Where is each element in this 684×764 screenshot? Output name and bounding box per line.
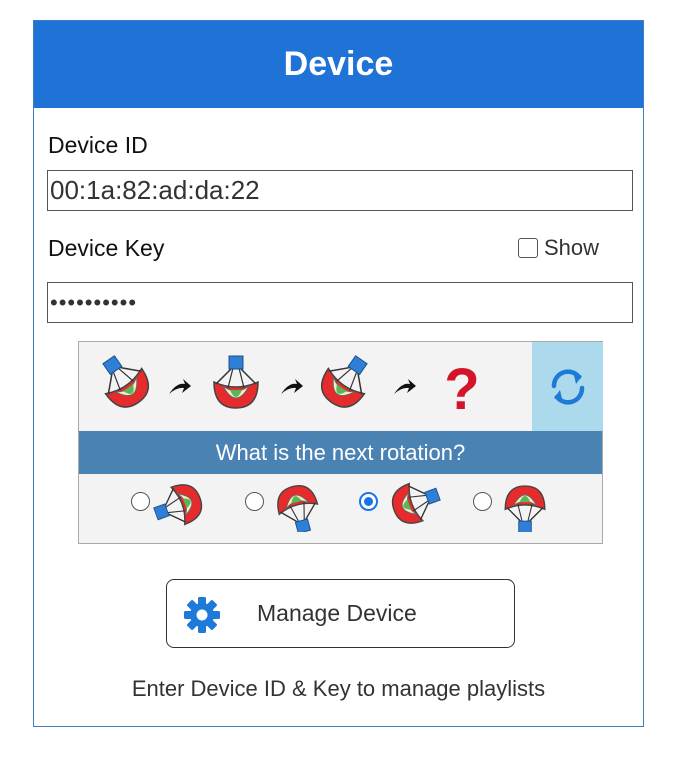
parachute-icon — [272, 480, 325, 532]
captcha-option-4[interactable] — [473, 482, 553, 532]
device-id-label: Device ID — [48, 132, 148, 158]
manage-device-label: Manage Device — [257, 600, 417, 626]
captcha-option-1[interactable] — [131, 478, 211, 532]
instructions-text: Enter Device ID & Key to manage playlist… — [131, 676, 546, 701]
device-id-input[interactable] — [47, 170, 633, 211]
captcha-option-3[interactable] — [359, 476, 441, 532]
arrow-right-icon — [394, 379, 416, 394]
refresh-icon — [551, 368, 584, 405]
captcha-sequence: ? — [79, 342, 531, 431]
parachute-icon — [312, 346, 381, 416]
parachute-icon — [213, 355, 259, 409]
option-radio[interactable] — [473, 492, 492, 511]
captcha-refresh-button[interactable] — [532, 342, 603, 431]
question-mark-icon: ? — [444, 357, 479, 422]
captcha-option-2[interactable] — [245, 480, 325, 532]
parachute-icon — [504, 485, 546, 532]
option-radio[interactable] — [131, 492, 150, 511]
parachute-icon — [89, 346, 158, 416]
manage-device-button[interactable]: Manage Device — [166, 579, 515, 648]
captcha-options — [79, 474, 602, 544]
card-title: Device — [34, 21, 643, 108]
device-key-input[interactable] — [47, 282, 633, 323]
show-key-checkbox[interactable] — [518, 238, 538, 258]
captcha-question: What is the next rotation? — [79, 431, 602, 474]
rotation-captcha: ? What is the next rotation? — [78, 341, 603, 544]
show-key-toggle[interactable]: Show — [518, 235, 599, 261]
device-key-label: Device Key — [48, 235, 165, 261]
gear-icon — [184, 597, 220, 633]
show-key-label: Show — [544, 235, 600, 260]
option-radio[interactable] — [245, 492, 264, 511]
parachute-icon — [386, 476, 441, 530]
device-card: Device Device ID Device Key Show — [33, 20, 644, 727]
arrow-right-icon — [281, 379, 303, 394]
arrow-right-icon — [169, 379, 191, 394]
option-radio-selected[interactable] — [359, 492, 378, 511]
parachute-icon — [153, 478, 208, 532]
